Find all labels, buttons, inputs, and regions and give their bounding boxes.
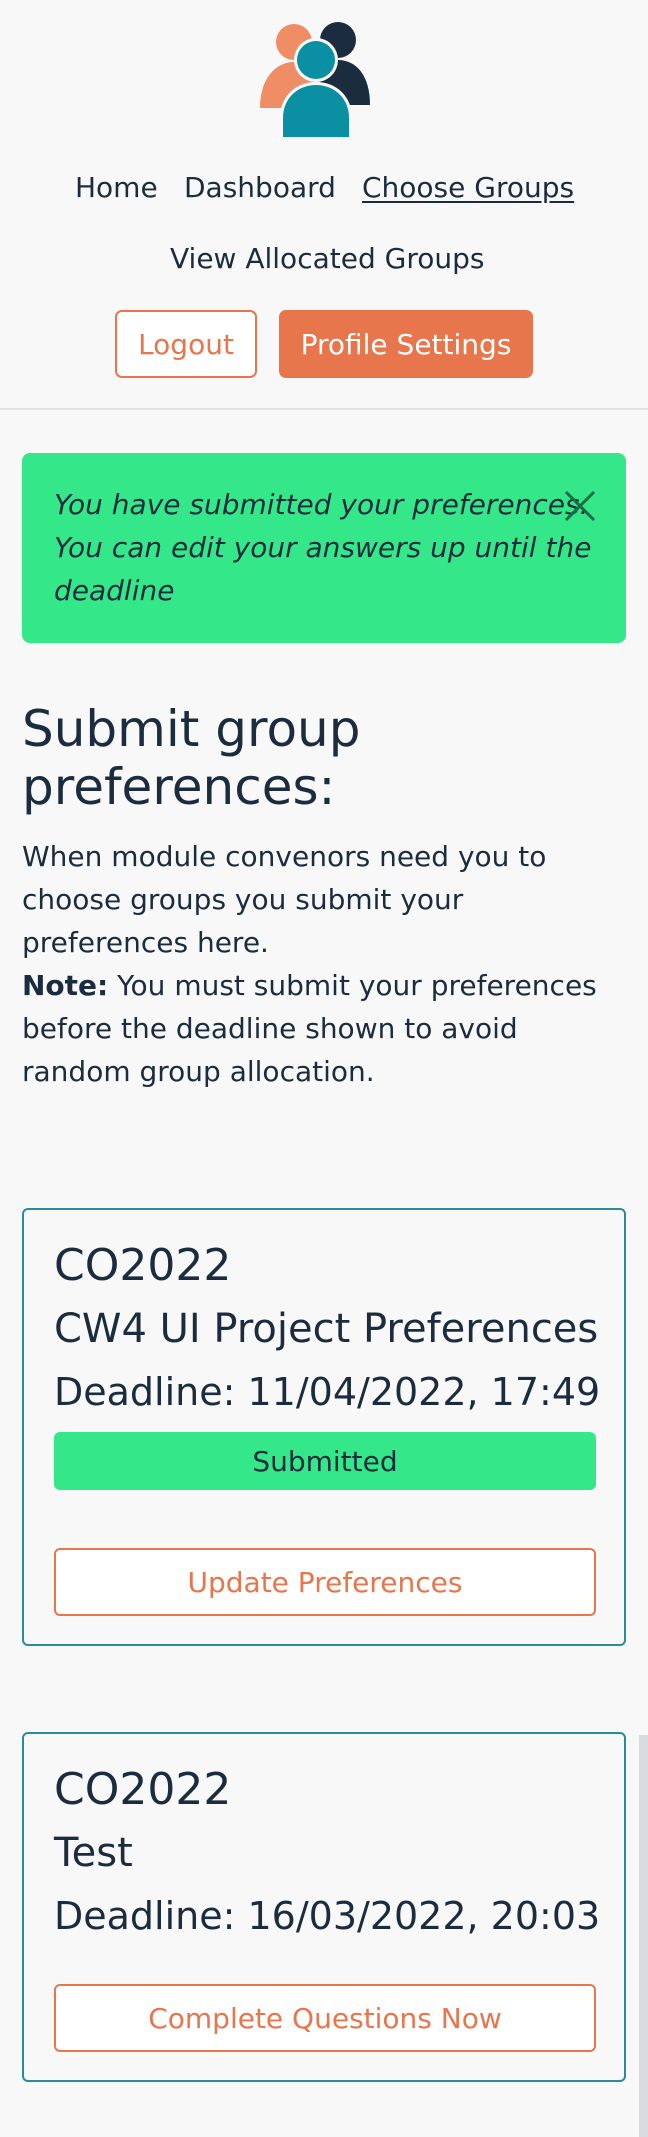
nav-dashboard[interactable]: Dashboard	[184, 170, 336, 206]
card-title: Test	[54, 1830, 133, 1876]
card-deadline: Deadline: 11/04/2022, 17:49	[54, 1370, 601, 1414]
logout-button[interactable]: Logout	[115, 310, 257, 378]
nav-view-allocated-groups[interactable]: View Allocated Groups	[170, 241, 484, 277]
page-title: Submit group preferences:	[22, 700, 361, 816]
update-preferences-button[interactable]: Update Preferences	[54, 1548, 596, 1616]
nav-home[interactable]: Home	[75, 170, 158, 206]
card-title: CW4 UI Project Preferences	[54, 1306, 599, 1352]
close-icon[interactable]	[562, 488, 598, 524]
site-header: Home Dashboard Choose Groups View Alloca…	[0, 0, 648, 410]
preference-card: CO2022 CW4 UI Project Preferences Deadli…	[22, 1208, 626, 1646]
alert-message: You have submitted your preferences. You…	[54, 488, 592, 607]
status-badge: Submitted	[54, 1432, 596, 1490]
intro-text: When module convenors need you to choose…	[22, 835, 632, 1093]
people-group-icon[interactable]	[258, 20, 376, 140]
profile-settings-button[interactable]: Profile Settings	[279, 310, 533, 378]
nav-choose-groups[interactable]: Choose Groups	[362, 170, 574, 206]
module-code: CO2022	[54, 1764, 232, 1815]
module-code: CO2022	[54, 1240, 232, 1291]
scrollbar[interactable]	[639, 1735, 648, 2137]
complete-questions-button[interactable]: Complete Questions Now	[54, 1984, 596, 2052]
card-deadline: Deadline: 16/03/2022, 20:03	[54, 1894, 601, 1938]
note-text: You must submit your preferences before …	[22, 969, 597, 1088]
success-alert: You have submitted your preferences. You…	[22, 453, 626, 643]
note-label: Note:	[22, 969, 109, 1002]
intro-description: When module convenors need you to choose…	[22, 840, 547, 959]
preference-card: CO2022 Test Deadline: 16/03/2022, 20:03 …	[22, 1732, 626, 2082]
